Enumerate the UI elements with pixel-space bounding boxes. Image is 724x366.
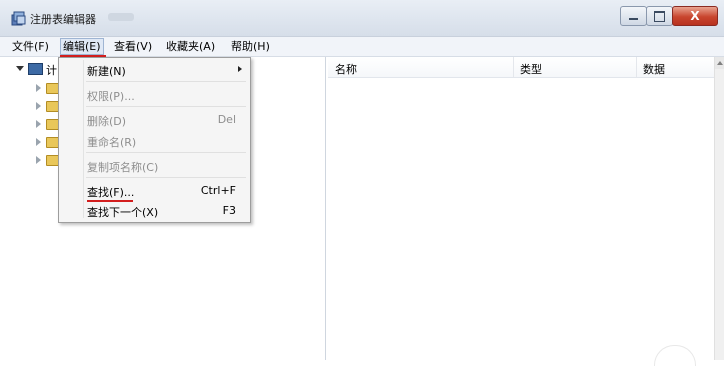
menu-shortcut-find: Ctrl+F (200, 184, 236, 197)
menu-item-copy-key-name[interactable]: 复制项名称(C) (87, 159, 158, 175)
menu-separator (86, 106, 246, 107)
menu-edit[interactable]: 编辑(E) (60, 38, 104, 55)
maximize-button[interactable] (646, 6, 673, 26)
column-header-data[interactable]: 数据 (643, 61, 665, 77)
column-divider[interactable] (636, 57, 637, 77)
tree-node[interactable] (36, 117, 60, 131)
vertical-scrollbar[interactable] (714, 57, 724, 360)
edit-dropdown-menu: 新建(N) 权限(P)... 删除(D) Del 重命名(R) 复制项名称(C)… (58, 57, 251, 223)
menu-shortcut-delete: Del (217, 113, 236, 126)
close-button[interactable]: X (672, 6, 718, 26)
scroll-up-icon[interactable] (715, 57, 724, 69)
menu-separator (86, 152, 246, 153)
collapse-arrow-icon[interactable] (36, 102, 41, 110)
column-divider[interactable] (513, 57, 514, 77)
tree-node[interactable] (36, 81, 60, 95)
column-header-name[interactable]: 名称 (335, 61, 357, 77)
expand-arrow-icon[interactable] (16, 66, 24, 71)
menu-item-find-next[interactable]: 查找下一个(X) (87, 204, 158, 220)
collapse-arrow-icon[interactable] (36, 156, 41, 164)
menu-help[interactable]: 帮助(H) (229, 39, 272, 54)
menu-item-find[interactable]: 查找(F)... (87, 184, 134, 200)
menu-bar: 文件(F) 编辑(E) 查看(V) 收藏夹(A) 帮助(H) (0, 37, 724, 57)
menu-shortcut-find-next: F3 (222, 204, 236, 217)
menu-item-permissions[interactable]: 权限(P)... (87, 88, 135, 104)
values-pane[interactable]: 名称 类型 数据 (328, 57, 714, 360)
menu-view[interactable]: 查看(V) (112, 39, 154, 54)
list-header: 名称 类型 数据 (328, 57, 714, 78)
minimize-button[interactable] (620, 6, 647, 26)
tree-root[interactable]: 计 (16, 62, 57, 77)
menu-file[interactable]: 文件(F) (10, 39, 51, 54)
tree-root-label: 计 (46, 64, 57, 77)
window-title: 注册表编辑器 (30, 13, 96, 26)
title-blur (108, 13, 134, 21)
submenu-arrow-icon (238, 66, 242, 72)
menu-item-rename[interactable]: 重命名(R) (87, 134, 136, 150)
menu-separator (86, 177, 246, 178)
regedit-icon (11, 11, 26, 26)
find-highlight (87, 200, 133, 202)
menu-separator (86, 81, 246, 82)
column-header-type[interactable]: 类型 (520, 61, 542, 77)
menu-item-delete[interactable]: 删除(D) (87, 113, 126, 129)
collapse-arrow-icon[interactable] (36, 138, 41, 146)
title-bar: 注册表编辑器 X (0, 0, 724, 37)
menu-favorites[interactable]: 收藏夹(A) (164, 39, 217, 54)
collapse-arrow-icon[interactable] (36, 84, 41, 92)
tree-node[interactable] (36, 153, 60, 167)
tree-node[interactable] (36, 99, 60, 113)
menu-item-new[interactable]: 新建(N) (87, 63, 126, 79)
computer-icon (28, 63, 43, 75)
menu-gutter (83, 60, 84, 218)
collapse-arrow-icon[interactable] (36, 120, 41, 128)
close-icon: X (690, 9, 700, 23)
tree-node[interactable] (36, 135, 60, 149)
